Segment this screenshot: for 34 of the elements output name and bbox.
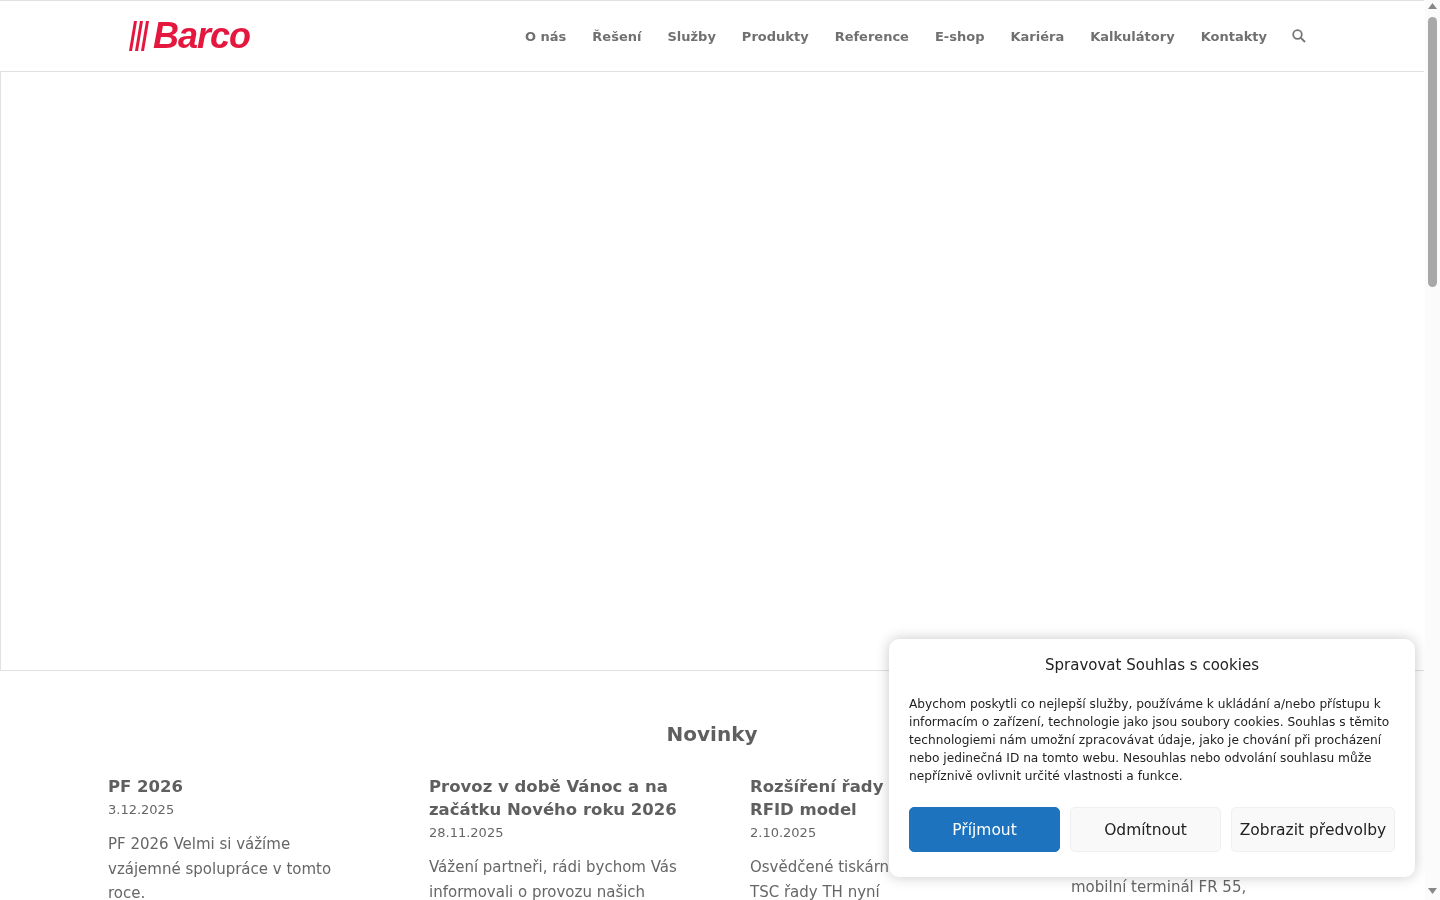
dialog-button[interactable]: Odmítnout — [1070, 807, 1221, 852]
nav-link[interactable]: Služby — [654, 28, 729, 44]
news-excerpt-line: PF 2026 Velmi si vážíme — [108, 834, 292, 855]
news-title[interactable]: Provoz v době Vánoc a na začátku Nového roku 2026 — [429, 775, 689, 821]
barco-logo[interactable]: Barco — [129, 15, 251, 57]
nav-link[interactable]: Řešení — [579, 28, 655, 44]
news-title[interactable]: PF 2026 — [108, 775, 184, 798]
section-heading: Novinky — [666, 721, 758, 748]
nav-link[interactable]: O nás — [512, 28, 580, 44]
scroll-up-icon[interactable] — [1428, 3, 1437, 9]
news-excerpt-line: TSC řady TH nyní — [750, 881, 881, 900]
dialog-button[interactable]: Zobrazit předvolby — [1231, 807, 1395, 852]
search-icon[interactable] — [1292, 29, 1306, 43]
news-excerpt-line: vzájemné spolupráce v tomto — [108, 858, 333, 880]
cookie-notice: Abychom poskytli co nejlepší služby, používáme k ukládání a/nebo přístupu k informacím o zařízení, technologie jako jsou soubory cookies. Souhlas s těmito technologiemi nám umožní zpracovávat údaje, jako je chování při procházení nebo jedinečná ID na tomto webu. Nesouhlas nebo odvolání souhlasu může nepříznivě ovlivnit určité vlastnosti a funkce. — [909, 696, 1391, 785]
scrollbar-thumb[interactable] — [1428, 17, 1437, 287]
news-date: 28.11.2025 — [429, 824, 504, 842]
nav-link[interactable]: Kontakty — [1187, 28, 1280, 44]
news-date: 2.10.2025 — [750, 824, 817, 842]
news-date: 3.12.2025 — [108, 801, 175, 819]
nav-link[interactable]: Kalkulátory — [1077, 28, 1188, 44]
news-excerpt-line: Vážení partneři, rádi bychom Vás — [429, 857, 678, 878]
news-excerpt-line: roce. — [108, 883, 147, 900]
nav-link[interactable]: Produkty — [728, 28, 822, 44]
news-excerpt-line: Osvědčené tiskárn — [750, 857, 891, 878]
news-title[interactable]: Rozšíření řady RFID model — [750, 775, 884, 821]
nav-link[interactable]: Kariéra — [997, 28, 1078, 44]
scroll-down-icon[interactable] — [1428, 888, 1437, 894]
nav-link[interactable]: E-shop — [921, 28, 998, 44]
news-excerpt-line: mobilní terminál FR 55, — [1071, 879, 1248, 896]
nav-link[interactable]: Reference — [821, 28, 922, 44]
dialog-title: Spravovat Souhlas s cookies — [1044, 655, 1260, 675]
news-excerpt-line: informovali o provozu našich — [429, 881, 647, 900]
accept-button[interactable]: Příjmout — [909, 807, 1060, 852]
